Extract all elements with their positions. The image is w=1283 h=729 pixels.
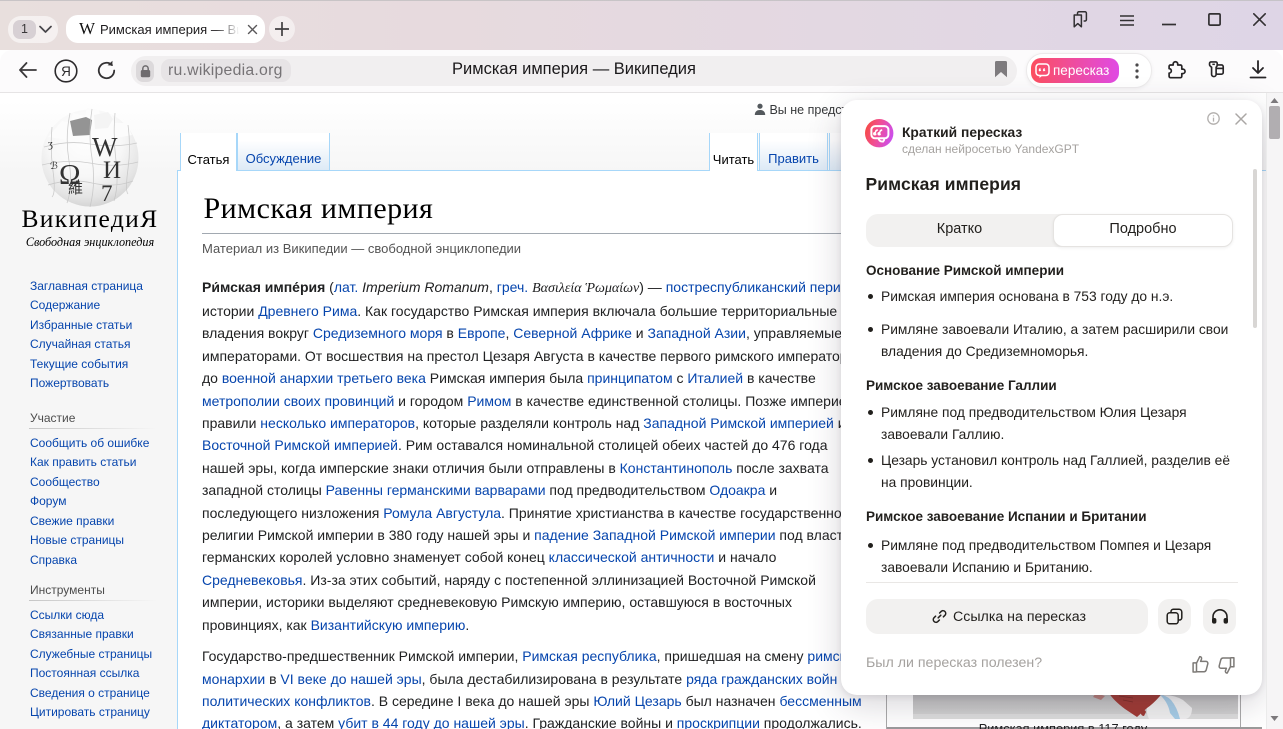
svg-text:ʒ: ʒ xyxy=(48,138,53,150)
svg-text:И: И xyxy=(103,157,121,184)
svg-text:ℬ: ℬ xyxy=(50,161,58,172)
svg-text:7: 7 xyxy=(101,181,113,206)
svg-text:維: 維 xyxy=(68,180,83,197)
svg-text:Я: Я xyxy=(61,63,71,78)
